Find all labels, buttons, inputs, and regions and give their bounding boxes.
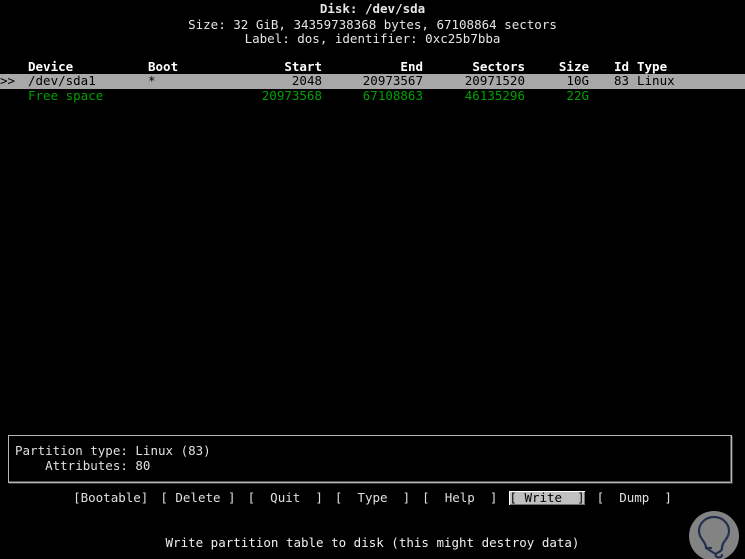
partition-attributes-text: Attributes: 80	[15, 458, 151, 473]
row-id: 83	[613, 73, 629, 88]
table-header-row: Device Boot Start End Sectors Size Id Ty…	[0, 60, 745, 74]
menu-item-help[interactable]: [ Help ]	[422, 491, 497, 505]
column-header-boot: Boot	[148, 59, 179, 74]
row-start: 2048	[291, 73, 322, 88]
action-menu-bar: [Bootable] [ Delete ] [ Quit ] [ Type ] [ He…	[0, 491, 745, 505]
column-header-size: Size	[558, 59, 589, 74]
row-end: 20973567	[362, 73, 423, 88]
column-header-id: Id	[613, 59, 629, 74]
column-header-end: End	[400, 59, 423, 74]
row-sectors: 46135296	[464, 88, 525, 103]
row-size: 10G	[566, 73, 589, 88]
table-row[interactable]: Free space 20973568 67108863 46135296 22…	[0, 89, 745, 104]
row-boot-flag: *	[148, 73, 156, 88]
cfdisk-terminal-screen: Disk: /dev/sda Size: 32 GiB, 34359738368…	[0, 0, 745, 559]
table-row[interactable]: >> /dev/sda1 * 2048 20973567 20971520 10…	[0, 74, 745, 89]
row-end: 67108863	[362, 88, 423, 103]
row-sectors: 20971520	[464, 73, 525, 88]
menu-item-bootable[interactable]: [Bootable]	[73, 491, 148, 505]
status-line: Write partition table to disk (this migh…	[165, 535, 580, 550]
row-size: 22G	[566, 88, 589, 103]
menu-item-type[interactable]: [ Type ]	[335, 491, 410, 505]
column-header-type: Type	[637, 59, 668, 74]
row-device: /dev/sda1	[28, 73, 96, 88]
menu-item-quit[interactable]: [ Quit ]	[248, 491, 323, 505]
row-start: 20973568	[261, 88, 322, 103]
row-device: Free space	[28, 88, 104, 103]
column-header-device: Device	[28, 59, 74, 74]
row-selection-marker: >>	[0, 73, 16, 88]
partition-info-box: Partition type: Linux (83) Attributes: 8…	[8, 435, 732, 483]
disk-title: Disk: /dev/sda	[319, 1, 426, 16]
lightbulb-icon	[689, 511, 739, 559]
partition-type-text: Partition type: Linux (83)	[15, 443, 211, 458]
partition-table: Device Boot Start End Sectors Size Id Ty…	[0, 60, 745, 104]
disk-size-line: Size: 32 GiB, 34359738368 bytes, 6710886…	[188, 17, 557, 32]
menu-item-dump[interactable]: [ Dump ]	[597, 491, 672, 505]
row-type: Linux	[637, 73, 675, 88]
menu-item-write[interactable]: [ Write ]	[509, 491, 585, 505]
menu-item-delete[interactable]: [ Delete ]	[160, 491, 235, 505]
column-header-start: Start	[284, 59, 322, 74]
disk-label-line: Label: dos, identifier: 0xc25b7bba	[244, 31, 501, 46]
column-header-sectors: Sectors	[472, 59, 525, 74]
